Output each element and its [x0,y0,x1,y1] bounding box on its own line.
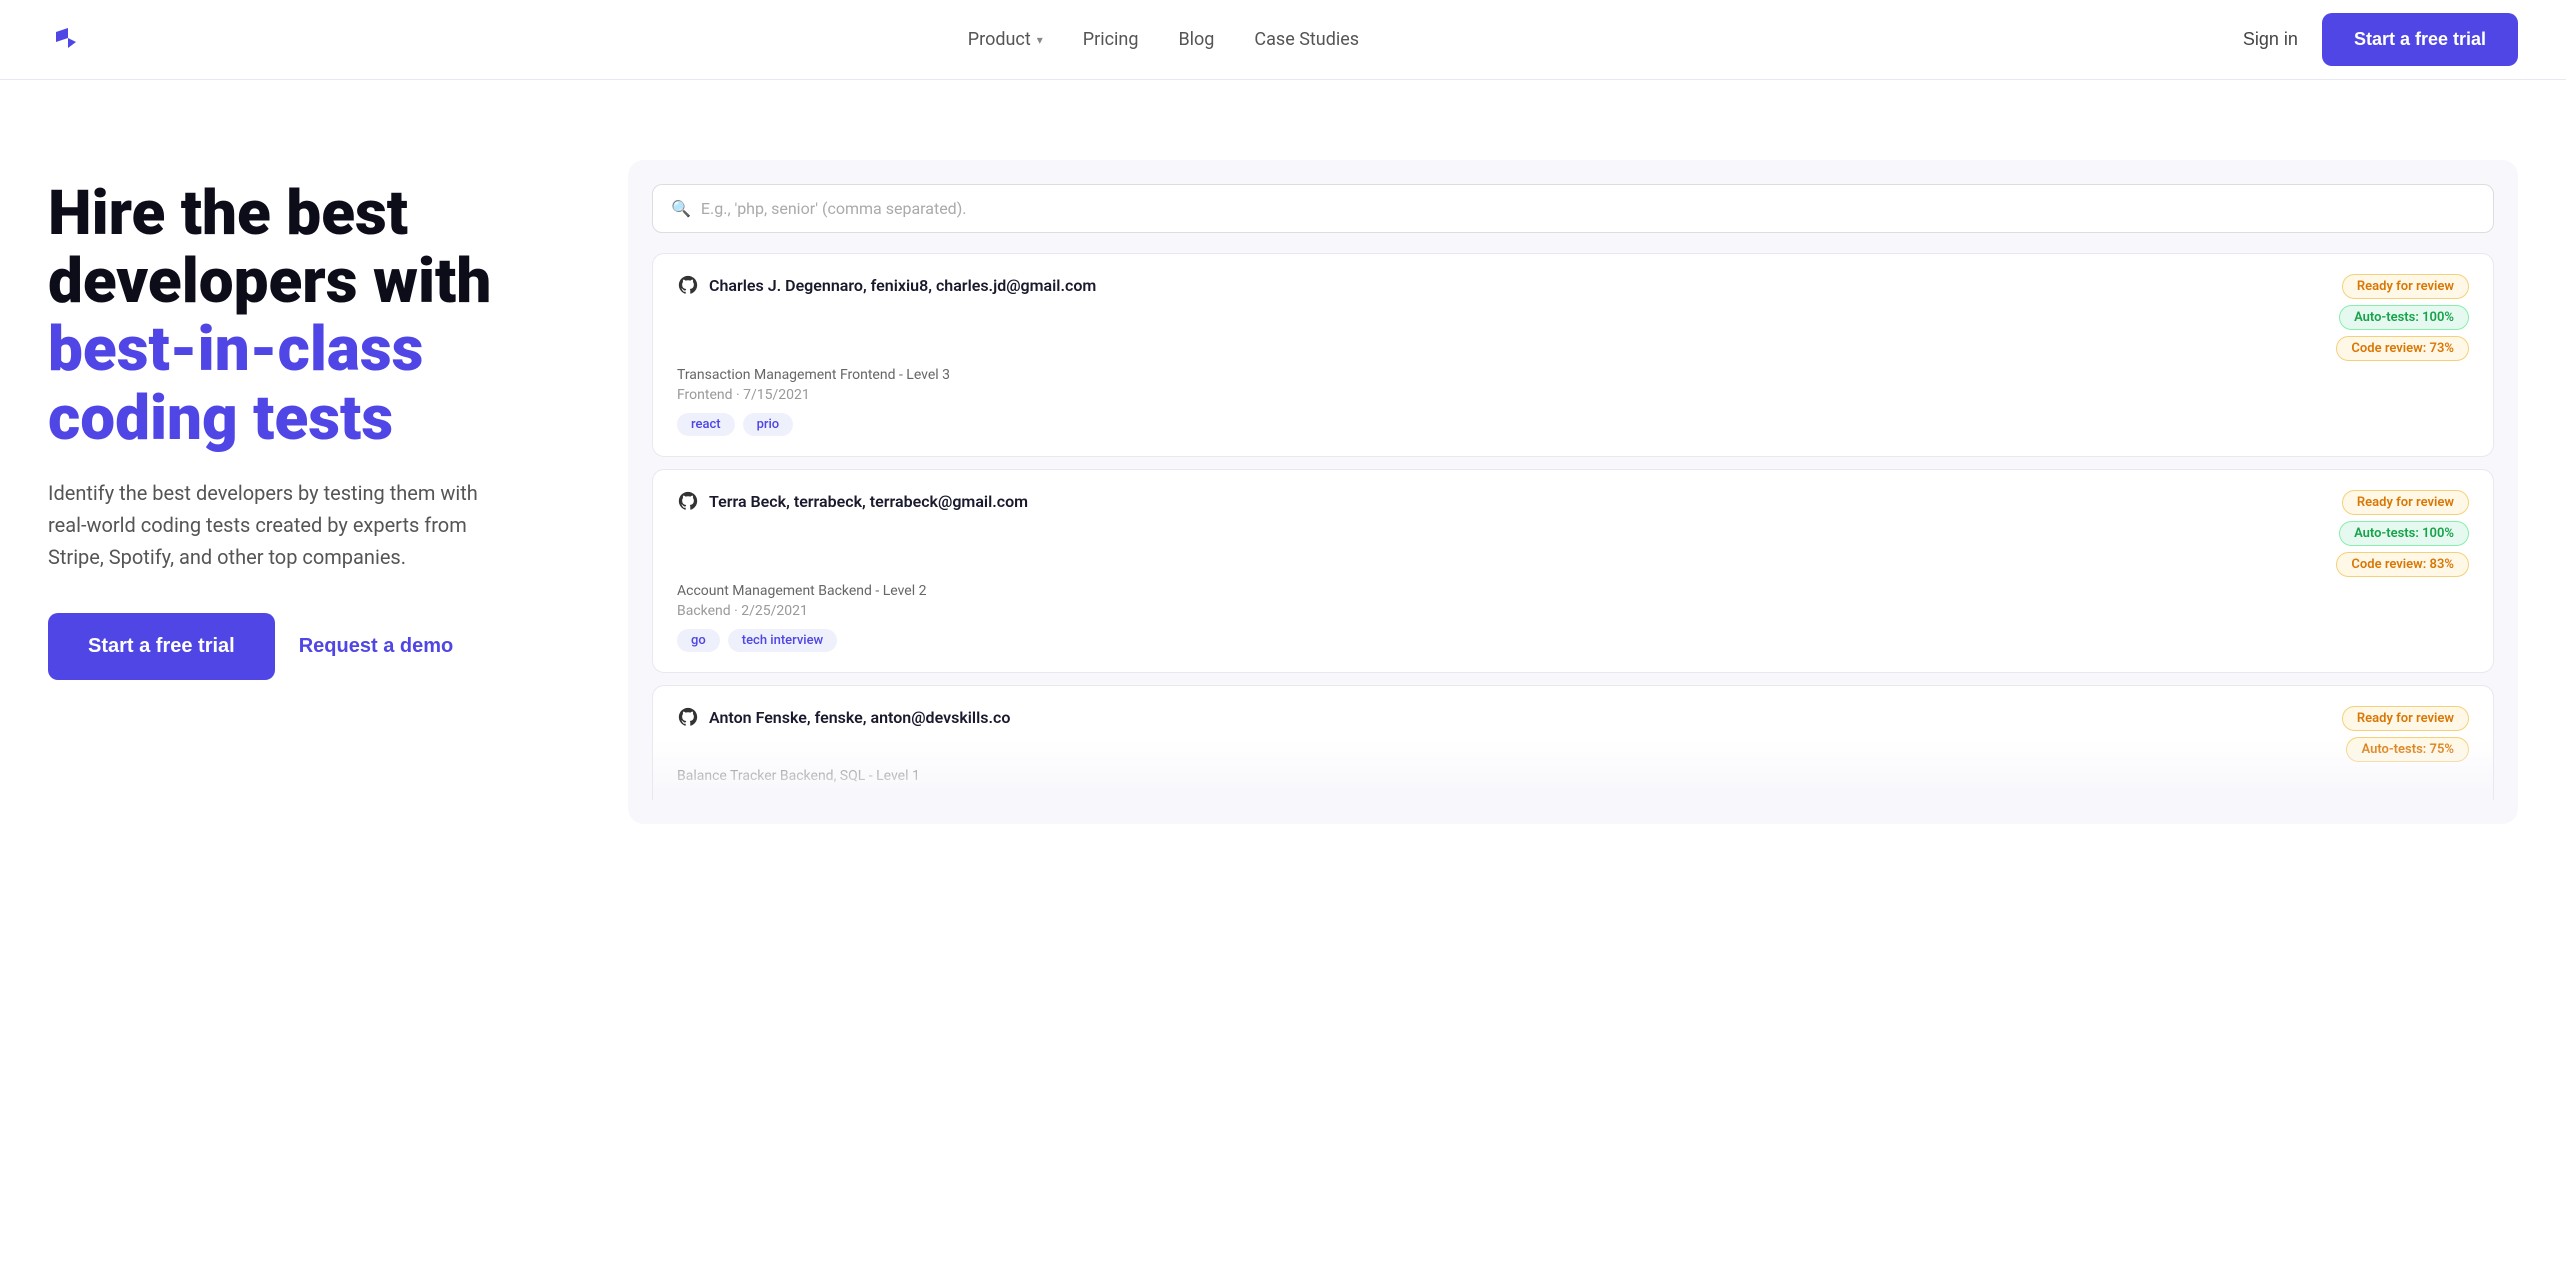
code-review-badge-2: Code review: 83% [2336,552,2469,577]
status-badge-1: Ready for review [2342,274,2469,299]
card-badges-1: Ready for review Auto-tests: 100% Code r… [2336,274,2469,361]
card-top-1: Charles J. Degennaro, fenixiu8, charles.… [677,274,2469,361]
nav-blog[interactable]: Blog [1178,29,1214,50]
card-tags-2: go tech interview [677,629,2469,652]
hero-right: 🔍 E.g., 'php, senior' (comma separated).… [628,160,2518,824]
search-bar[interactable]: 🔍 E.g., 'php, senior' (comma separated). [652,184,2494,233]
hero-trial-button[interactable]: Start a free trial [48,613,275,680]
candidate-name-3: Anton Fenske, fenske, anton@devskills.co [677,706,1010,728]
card-test-2: Account Management Backend - Level 2 [677,583,2469,599]
card-meta-2: Backend · 2/25/2021 [677,603,2469,619]
hero-title: Hire the best developers with best-in-cl… [48,180,568,453]
tag-prio: prio [743,413,794,436]
code-review-badge-1: Code review: 73% [2336,336,2469,361]
github-icon-2 [677,490,699,512]
card-badges-2: Ready for review Auto-tests: 100% Code r… [2336,490,2469,577]
status-badge-3: Ready for review [2342,706,2469,731]
navbar: Product ▾ Pricing Blog Case Studies Sign… [0,0,2566,80]
github-icon-3 [677,706,699,728]
hero-section: Hire the best developers with best-in-cl… [0,80,2566,1284]
search-placeholder: E.g., 'php, senior' (comma separated). [701,199,967,218]
nav-trial-button[interactable]: Start a free trial [2322,13,2518,66]
candidate-name-1: Charles J. Degennaro, fenixiu8, charles.… [677,274,1096,296]
search-icon: 🔍 [671,199,691,218]
card-tags-1: react prio [677,413,2469,436]
nav-right: Sign in Start a free trial [2243,13,2518,66]
hero-subtitle: Identify the best developers by testing … [48,477,508,573]
nav-pricing[interactable]: Pricing [1083,29,1139,50]
github-icon [677,274,699,296]
nav-items: Product ▾ Pricing Blog Case Studies [968,29,1359,50]
tag-tech-interview: tech interview [728,629,837,652]
candidate-name-2: Terra Beck, terrabeck, terrabeck@gmail.c… [677,490,1028,512]
nav-case-studies[interactable]: Case Studies [1254,29,1359,50]
tag-go: go [677,629,720,652]
auto-tests-badge-2: Auto-tests: 100% [2339,521,2469,546]
card-meta-1: Frontend · 7/15/2021 [677,387,2469,403]
candidate-card-2[interactable]: Terra Beck, terrabeck, terrabeck@gmail.c… [652,469,2494,673]
candidate-card-3[interactable]: Anton Fenske, fenske, anton@devskills.co… [652,685,2494,800]
nav-product[interactable]: Product ▾ [968,29,1043,50]
auto-tests-badge-1: Auto-tests: 100% [2339,305,2469,330]
fade-overlay [653,740,2493,800]
card-test-1: Transaction Management Frontend - Level … [677,367,2469,383]
hero-demo-button[interactable]: Request a demo [299,635,453,658]
card-top-2: Terra Beck, terrabeck, terrabeck@gmail.c… [677,490,2469,577]
signin-button[interactable]: Sign in [2243,29,2298,50]
hero-left: Hire the best developers with best-in-cl… [48,160,568,680]
candidate-card[interactable]: Charles J. Degennaro, fenixiu8, charles.… [652,253,2494,457]
logo[interactable] [48,22,84,58]
hero-buttons: Start a free trial Request a demo [48,613,568,680]
tag-react: react [677,413,735,436]
status-badge-2: Ready for review [2342,490,2469,515]
chevron-down-icon: ▾ [1037,33,1043,47]
